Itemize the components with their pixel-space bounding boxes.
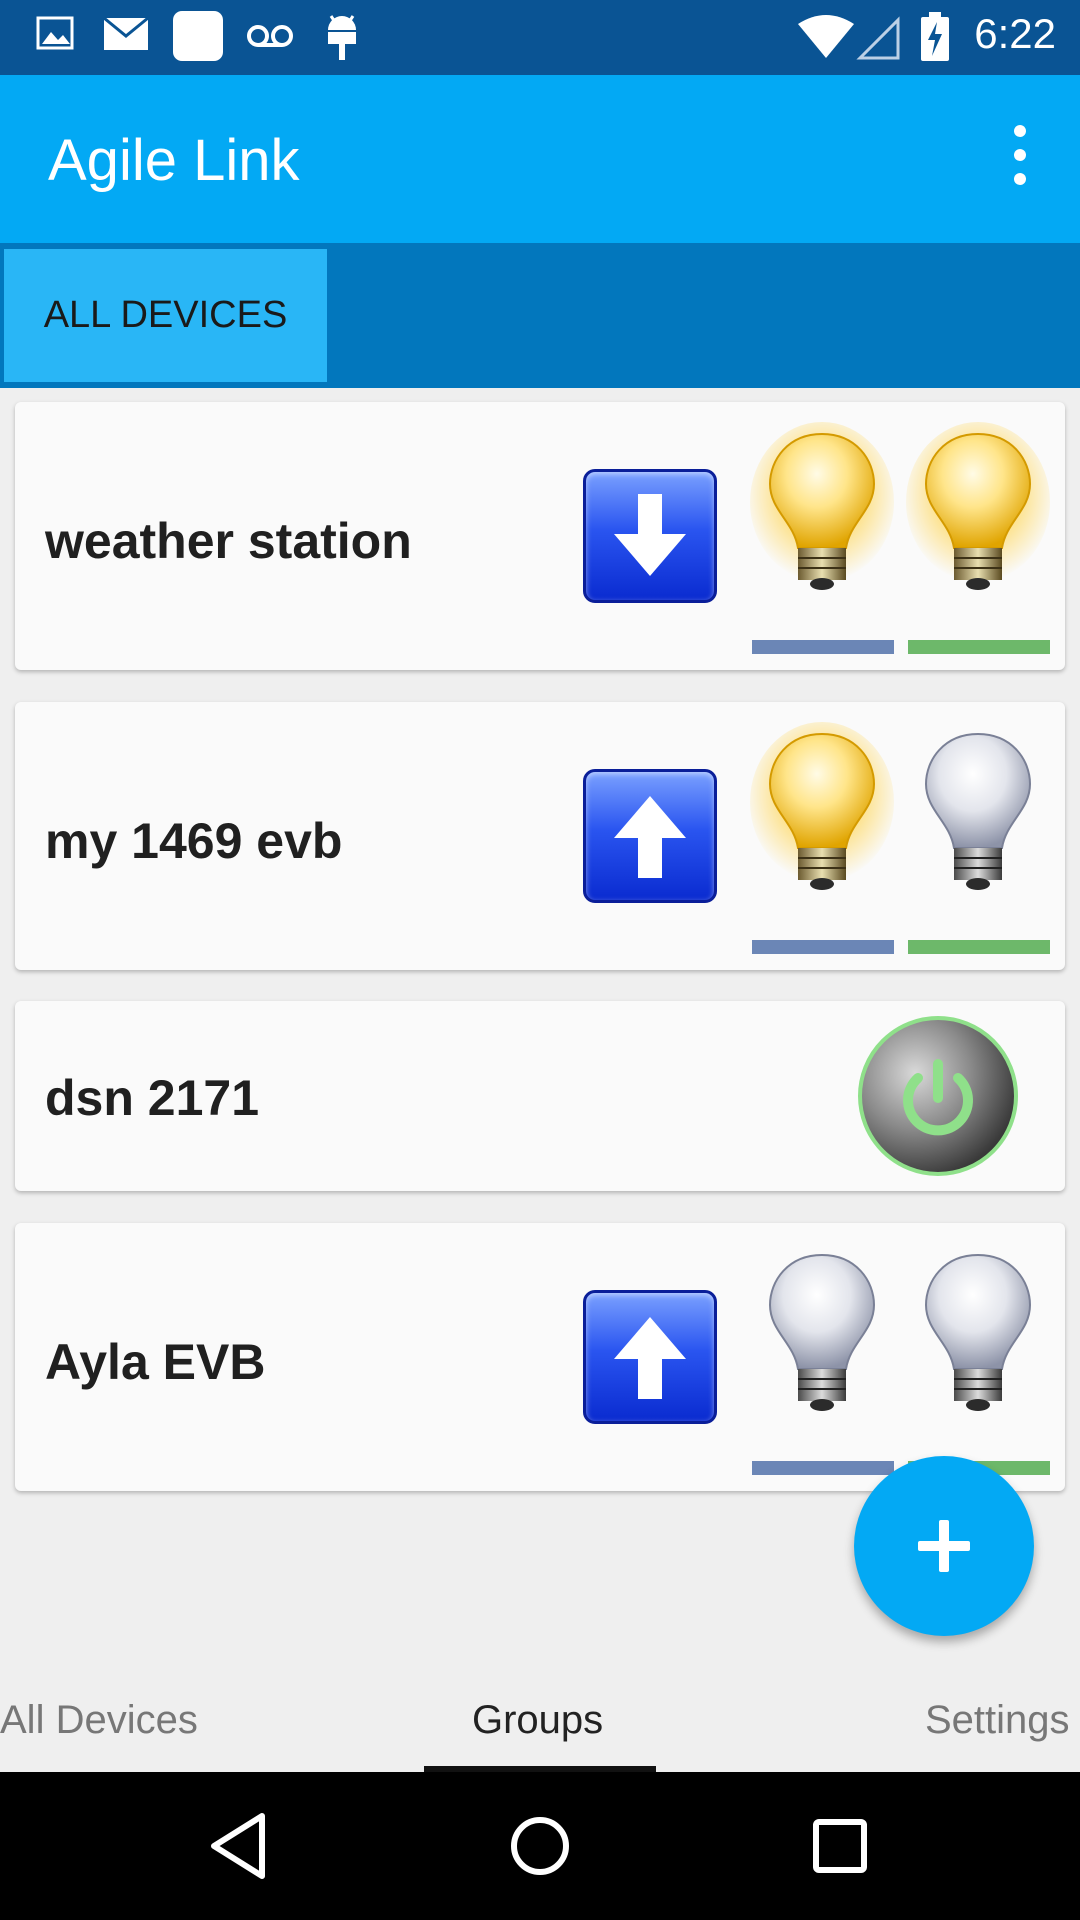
device-card[interactable]: weather station xyxy=(15,402,1065,670)
app-title: Agile Link xyxy=(48,128,300,193)
wifi-icon xyxy=(798,15,854,58)
tab-strip: ALL DEVICES xyxy=(0,243,1080,388)
lightbulb-on-icon[interactable] xyxy=(750,422,895,602)
device-name: dsn 2171 xyxy=(45,1070,260,1126)
mail-icon xyxy=(103,16,149,50)
lightbulb-off-icon[interactable] xyxy=(906,1243,1051,1423)
lightbulb-on-icon[interactable] xyxy=(906,422,1051,602)
status-bar: 6:22 xyxy=(0,0,1080,75)
overflow-menu-icon[interactable] xyxy=(986,123,1050,187)
app-bar: Agile Link xyxy=(0,75,1080,243)
device-card[interactable]: dsn 2171 xyxy=(15,1001,1065,1191)
navigation-bar xyxy=(0,1772,1080,1920)
lightbulb-off-icon[interactable] xyxy=(906,722,1051,902)
image-icon xyxy=(36,16,74,50)
add-fab-button[interactable] xyxy=(854,1456,1034,1636)
android-icon xyxy=(328,15,356,60)
back-icon[interactable] xyxy=(200,1806,280,1886)
power-button[interactable] xyxy=(858,1016,1018,1176)
app-square-icon xyxy=(173,11,223,61)
bottom-tabs: All Devices Groups Settings xyxy=(0,1690,1080,1772)
status-bar-blue xyxy=(752,1461,894,1475)
tab-groups[interactable]: Groups xyxy=(472,1698,603,1743)
up-arrow-button[interactable] xyxy=(583,1290,717,1424)
arrow-down-icon xyxy=(614,494,686,576)
signal-icon xyxy=(856,16,900,60)
device-card[interactable]: my 1469 evb xyxy=(15,702,1065,970)
up-arrow-button[interactable] xyxy=(583,769,717,903)
tab-settings[interactable]: Settings xyxy=(925,1698,1070,1743)
status-bar-blue xyxy=(752,940,894,954)
tab-all-devices-bottom[interactable]: All Devices xyxy=(0,1698,198,1743)
down-arrow-button[interactable] xyxy=(583,469,717,603)
power-icon xyxy=(903,1059,973,1136)
lightbulb-off-icon[interactable] xyxy=(750,1243,895,1423)
home-icon[interactable] xyxy=(500,1806,580,1886)
device-card[interactable]: Ayla EVB xyxy=(15,1223,1065,1491)
voicemail-icon xyxy=(247,25,293,47)
tab-all-devices[interactable]: ALL DEVICES xyxy=(4,249,327,382)
arrow-up-icon xyxy=(614,796,686,878)
recents-icon[interactable] xyxy=(800,1806,880,1886)
device-name: my 1469 evb xyxy=(45,813,343,869)
status-bar-green xyxy=(908,940,1050,954)
status-time: 6:22 xyxy=(974,10,1056,57)
lightbulb-on-icon[interactable] xyxy=(750,722,895,902)
status-bar-blue xyxy=(752,640,894,654)
device-name: Ayla EVB xyxy=(45,1334,266,1390)
device-name: weather station xyxy=(45,513,412,569)
status-bar-green xyxy=(908,640,1050,654)
arrow-up-icon xyxy=(614,1317,686,1399)
battery-charging-icon xyxy=(921,12,949,61)
